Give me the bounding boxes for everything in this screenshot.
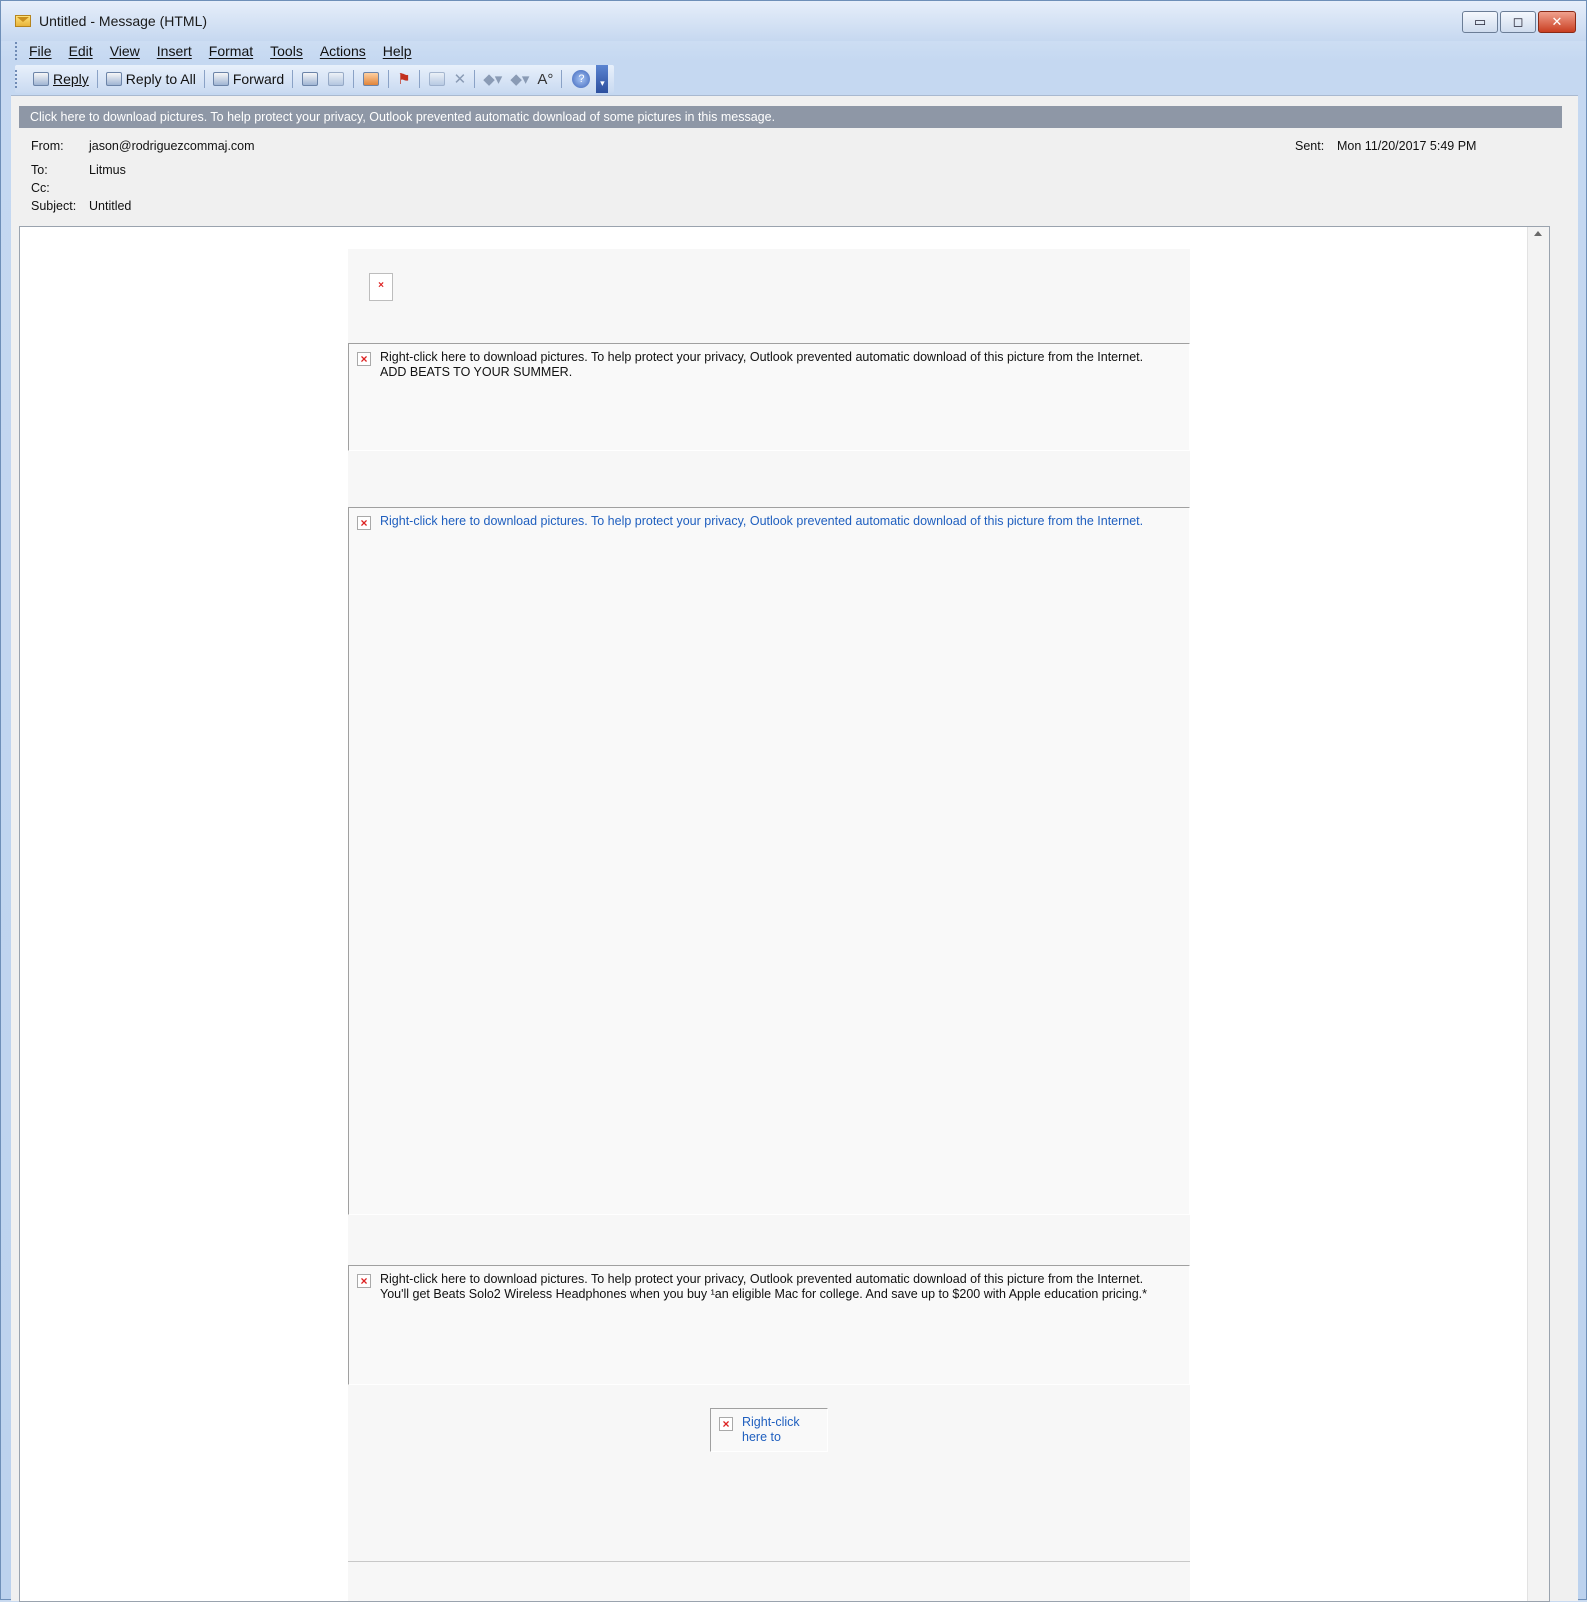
- email-content-column: × × Right-click here to download picture…: [348, 249, 1190, 1601]
- scroll-up-arrow-icon[interactable]: [1534, 231, 1542, 236]
- menu-tools[interactable]: Tools: [270, 43, 303, 59]
- to-row: To: Litmus: [31, 163, 126, 177]
- toolbar-separator: [474, 70, 476, 88]
- reply-icon: [33, 72, 49, 86]
- toolbar-overflow-chevron-icon[interactable]: ▾: [596, 65, 609, 93]
- broken-image-icon: ×: [357, 352, 371, 366]
- hero-image-placeholder[interactable]: × Right-click here to download pictures.…: [348, 343, 1190, 451]
- font-size-icon[interactable]: A°: [533, 71, 557, 88]
- previous-item-icon[interactable]: ◆▾: [479, 70, 506, 88]
- categorize-icon[interactable]: [363, 72, 380, 86]
- sent-label: Sent:: [1295, 139, 1325, 153]
- placeholder-warning-link[interactable]: Right-click here to download pictures. T…: [380, 514, 1143, 529]
- next-item-icon[interactable]: ◆▾: [506, 70, 533, 88]
- toolbar-separator: [418, 70, 420, 88]
- junk-mail-icon[interactable]: [428, 72, 445, 86]
- toolbar-separator: [388, 70, 390, 88]
- placeholder-message: Right-click here to download pictures. T…: [380, 350, 1143, 380]
- toolbar-separator: [353, 70, 355, 88]
- placeholder-warning-link: here to: [742, 1430, 781, 1444]
- follow-up-flag-icon[interactable]: ⚑: [393, 70, 414, 88]
- message-body-pane: × × Right-click here to download picture…: [19, 226, 1550, 1602]
- print-icon[interactable]: [302, 72, 319, 86]
- toolbar-separator: [292, 70, 294, 88]
- menu-file[interactable]: File: [29, 43, 52, 59]
- forward-label: Forward: [232, 71, 285, 87]
- reply-all-button[interactable]: Reply to All: [102, 71, 200, 87]
- placeholder-warning-text: Right-click here to download pictures. T…: [380, 350, 1144, 364]
- placeholder-warning-link: Right-click: [742, 1415, 800, 1429]
- subject-label: Subject:: [31, 199, 77, 213]
- toolbar-separator: [203, 70, 205, 88]
- close-button[interactable]: ✕: [1538, 11, 1576, 33]
- sent-value: Mon 11/20/2017 5:49 PM: [1337, 139, 1477, 153]
- to-label: To:: [31, 163, 48, 177]
- subject-row: Subject: Untitled: [31, 199, 131, 213]
- broken-image-icon: ×: [357, 516, 371, 530]
- menu-format[interactable]: Format: [209, 43, 253, 59]
- toolbar-grip-icon[interactable]: [15, 70, 19, 88]
- menubar-grip-icon[interactable]: [15, 42, 19, 60]
- menu-insert[interactable]: Insert: [157, 43, 192, 59]
- menu-actions[interactable]: Actions: [320, 43, 366, 59]
- from-row: From: jason@rodriguezcommaj.com: [31, 139, 255, 153]
- help-icon[interactable]: ?: [572, 70, 591, 88]
- product-image-placeholder[interactable]: × Right-click here to download pictures.…: [348, 507, 1190, 1215]
- title-bar: Untitled - Message (HTML) ▭ ◻ ✕: [1, 1, 1586, 41]
- menu-help[interactable]: Help: [383, 43, 412, 59]
- toolbar-separator: [96, 70, 98, 88]
- broken-image-icon: ×: [719, 1417, 733, 1431]
- menu-view[interactable]: View: [110, 43, 140, 59]
- placeholder-warning-text: Right-click here to download pictures. T…: [380, 1272, 1144, 1286]
- window-title: Untitled - Message (HTML): [39, 13, 208, 29]
- section-divider: [348, 1561, 1190, 1562]
- forward-icon: [212, 72, 229, 86]
- placeholder-alt-text: You'll get Beats Solo2 Wireless Headphon…: [380, 1287, 1147, 1301]
- delete-icon[interactable]: ✕: [450, 70, 471, 88]
- to-value[interactable]: Litmus: [89, 163, 126, 177]
- subject-value: Untitled: [89, 199, 132, 213]
- forward-button[interactable]: Forward: [209, 71, 288, 87]
- placeholder-message: Right-click here to download pictures. T…: [380, 1272, 1147, 1302]
- envelope-icon: [15, 15, 31, 27]
- reply-button[interactable]: Reply: [29, 71, 93, 87]
- reply-all-icon: [105, 72, 122, 86]
- offer-image-placeholder[interactable]: × Right-click here to download pictures.…: [348, 1265, 1190, 1385]
- reply-all-label: Reply to All: [125, 71, 196, 87]
- cta-button-image-placeholder[interactable]: × Right-click here to: [710, 1408, 828, 1452]
- from-value[interactable]: jason@rodriguezcommaj.com: [89, 139, 255, 153]
- broken-image-icon: ×: [357, 1274, 371, 1288]
- logo-image-placeholder[interactable]: ×: [369, 273, 393, 301]
- from-label: From:: [31, 139, 64, 153]
- message-header-area: Click here to download pictures. To help…: [11, 95, 1578, 1602]
- maximize-button[interactable]: ◻: [1500, 11, 1536, 33]
- sent-row: Sent: Mon 11/20/2017 5:49 PM: [1295, 139, 1476, 153]
- menu-edit[interactable]: Edit: [69, 43, 93, 59]
- broken-image-icon: ×: [374, 280, 388, 294]
- vertical-scrollbar[interactable]: [1527, 227, 1549, 1601]
- menu-bar: File Edit View Insert Format Tools Actio…: [15, 39, 429, 63]
- window-controls: ▭ ◻ ✕: [1462, 11, 1576, 33]
- standard-toolbar: Reply Reply to All Forward ⚑ ✕ ◆▾ ◆▾ A° …: [15, 65, 615, 93]
- move-to-folder-icon[interactable]: [328, 72, 345, 86]
- minimize-button[interactable]: ▭: [1462, 11, 1498, 33]
- download-pictures-infobar[interactable]: Click here to download pictures. To help…: [19, 106, 1562, 128]
- cc-label: Cc:: [31, 181, 50, 195]
- cc-row: Cc:: [31, 181, 89, 195]
- placeholder-alt-text: ADD BEATS TO YOUR SUMMER.: [380, 365, 573, 379]
- placeholder-message[interactable]: Right-click here to: [742, 1415, 800, 1445]
- outlook-message-window: Untitled - Message (HTML) ▭ ◻ ✕ File Edi…: [0, 0, 1587, 1602]
- reply-label: Reply: [53, 71, 89, 87]
- toolbar-separator: [561, 70, 563, 88]
